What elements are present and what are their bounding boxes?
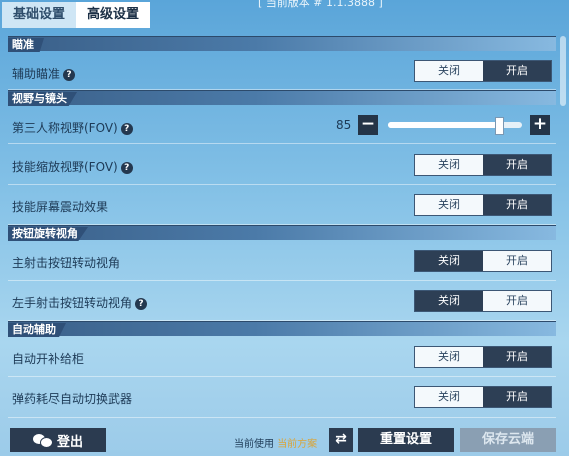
current-scheme-prefix: 当前使用 — [234, 439, 274, 450]
auto-switch-weapon-off-option[interactable]: 关闭 — [415, 387, 483, 407]
setting-row-auto-switch-weapon: 弹药耗尽自动切换武器 关闭 开启 — [8, 377, 556, 418]
aim-assist-toggle: 关闭 开启 — [414, 60, 552, 82]
section-header-button-turn: 按钮旋转视角 — [8, 225, 556, 241]
auto-open-supply-off-option[interactable]: 关闭 — [415, 347, 483, 367]
help-icon[interactable]: ? — [120, 123, 133, 135]
fov-increase-button[interactable]: + — [530, 115, 550, 135]
left-fire-turn-toggle: 关闭 开启 — [414, 290, 552, 312]
setting-row-third-person-fov: 第三人称视野(FOV)? 85 − + — [8, 105, 556, 144]
auto-open-supply-on-option[interactable]: 开启 — [483, 347, 551, 367]
skill-screen-shake-on-option[interactable]: 开启 — [483, 195, 551, 215]
setting-row-skill-zoom-fov: 技能缩放视野(FOV)? 关闭 开启 — [8, 144, 556, 185]
main-fire-turn-label: 主射击按钮转动视角 — [12, 256, 121, 270]
setting-row-left-fire-turn: 左手射击按钮转动视角? 关闭 开启 — [8, 281, 556, 321]
main-fire-turn-on-option[interactable]: 开启 — [483, 251, 551, 271]
left-fire-turn-label-text: 左手射击按钮转动视角 — [12, 296, 133, 310]
left-fire-turn-on-option[interactable]: 开启 — [483, 291, 551, 311]
skill-zoom-fov-toggle: 关闭 开启 — [414, 154, 552, 176]
help-icon[interactable]: ? — [135, 298, 148, 310]
settings-panel[interactable]: 瞄准 辅助瞄准? 关闭 开启 视野与镜头 第三人称视野(FOV)? 85 − +… — [8, 36, 556, 420]
skill-zoom-fov-off-option[interactable]: 关闭 — [415, 155, 483, 175]
setting-row-main-fire-turn: 主射击按钮转动视角 关闭 开启 — [8, 240, 556, 281]
bottom-bar: 登出 当前使用 当前方案 ⇄ 重置设置 保存云端 — [0, 420, 569, 456]
auto-open-supply-toggle: 关闭 开启 — [414, 346, 552, 368]
chat-icon — [32, 434, 53, 448]
left-fire-turn-off-option[interactable]: 关闭 — [415, 291, 483, 311]
swap-scheme-button[interactable]: ⇄ — [329, 428, 353, 452]
setting-row-aim-assist: 辅助瞄准? 关闭 开启 — [8, 51, 556, 90]
auto-switch-weapon-on-option[interactable]: 开启 — [483, 387, 551, 407]
skill-screen-shake-toggle: 关闭 开启 — [414, 194, 552, 216]
setting-row-auto-open-supply: 自动开补给柜 关闭 开启 — [8, 336, 556, 377]
section-title-view: 视野与镜头 — [8, 92, 77, 106]
aim-assist-on-option[interactable]: 开启 — [483, 61, 551, 81]
main-fire-turn-toggle: 关闭 开启 — [414, 250, 552, 272]
skill-screen-shake-off-option[interactable]: 关闭 — [415, 195, 483, 215]
auto-switch-weapon-toggle: 关闭 开启 — [414, 386, 552, 408]
tab-advanced-settings[interactable]: 高级设置 — [76, 2, 150, 28]
fov-value: 85 — [336, 118, 352, 132]
help-icon[interactable]: ? — [120, 162, 133, 174]
section-header-aim: 瞄准 — [8, 36, 556, 52]
logout-label: 登出 — [56, 434, 83, 450]
tab-basic-settings[interactable]: 基础设置 — [2, 2, 76, 28]
scrollbar[interactable] — [560, 36, 566, 106]
section-title-button-turn: 按钮旋转视角 — [8, 227, 88, 241]
fov-slider-handle[interactable] — [495, 117, 505, 135]
auto-open-supply-label: 自动开补给柜 — [12, 352, 85, 366]
auto-switch-weapon-label: 弹药耗尽自动切换武器 — [12, 392, 133, 406]
aim-assist-label: 辅助瞄准? — [12, 65, 76, 82]
section-title-aim: 瞄准 — [8, 38, 44, 52]
current-scheme-text: 当前使用 当前方案 — [234, 435, 317, 450]
save-cloud-button[interactable]: 保存云端 — [460, 428, 556, 452]
current-scheme-name[interactable]: 当前方案 — [277, 439, 317, 450]
aim-assist-label-text: 辅助瞄准 — [12, 67, 61, 81]
fov-slider-fill — [388, 122, 500, 128]
reset-settings-button[interactable]: 重置设置 — [358, 428, 454, 452]
settings-tabs: 基础设置 高级设置 — [2, 2, 150, 28]
skill-zoom-fov-on-option[interactable]: 开启 — [483, 155, 551, 175]
fov-slider[interactable] — [388, 117, 522, 135]
logout-button[interactable]: 登出 — [10, 428, 106, 452]
skill-zoom-fov-label-text: 技能缩放视野(FOV) — [12, 160, 118, 174]
left-fire-turn-label: 左手射击按钮转动视角? — [12, 294, 148, 311]
fov-decrease-button[interactable]: − — [358, 115, 378, 135]
third-person-fov-label: 第三人称视野(FOV)? — [12, 119, 133, 136]
section-header-auto-assist: 自动辅助 — [8, 321, 556, 337]
main-fire-turn-off-option[interactable]: 关闭 — [415, 251, 483, 271]
section-header-view: 视野与镜头 — [8, 90, 556, 106]
skill-screen-shake-label: 技能屏幕震动效果 — [12, 200, 109, 214]
skill-zoom-fov-label: 技能缩放视野(FOV)? — [12, 158, 133, 175]
section-title-auto-assist: 自动辅助 — [8, 323, 66, 337]
aim-assist-off-option[interactable]: 关闭 — [415, 61, 483, 81]
third-person-fov-label-text: 第三人称视野(FOV) — [12, 121, 118, 135]
help-icon[interactable]: ? — [63, 69, 76, 81]
version-note: [ 当前版本 # 1.1.3888 ] — [258, 0, 383, 9]
setting-row-skill-screen-shake: 技能屏幕震动效果 关闭 开启 — [8, 185, 556, 225]
